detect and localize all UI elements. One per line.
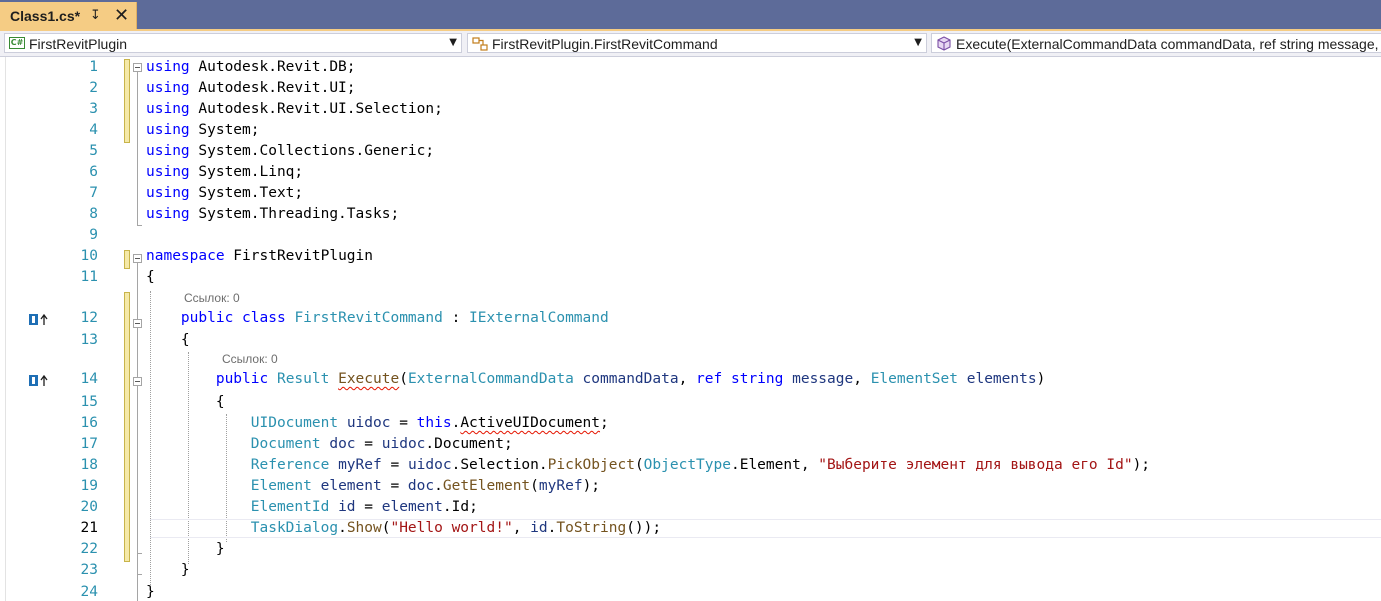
line-number: 17 <box>80 436 98 452</box>
code-text[interactable]: using System.Text; <box>146 184 303 203</box>
code-text[interactable]: { <box>146 393 225 412</box>
code-line: 14 public Result Execute(ExternalCommand… <box>0 369 1381 390</box>
line-number: 15 <box>80 394 98 410</box>
code-text[interactable]: UIDocument uidoc = this.ActiveUIDocument… <box>146 414 609 433</box>
line-number: 22 <box>80 541 98 557</box>
line-number: 20 <box>80 499 98 515</box>
line-number: 8 <box>89 206 98 222</box>
code-text[interactable]: } <box>146 540 225 559</box>
code-line: 23 } <box>0 560 1381 581</box>
line-number: 1 <box>89 59 98 75</box>
code-text[interactable]: using System.Collections.Generic; <box>146 142 434 161</box>
type-dropdown[interactable]: FirstRevitPlugin.FirstRevitCommand ▼ <box>467 33 927 53</box>
line-number: 9 <box>89 227 98 243</box>
code-line: 24} <box>0 582 1381 601</box>
line-number: 2 <box>89 80 98 96</box>
tab-title: Class1.cs* <box>10 8 81 24</box>
code-text[interactable]: Document doc = uidoc.Document; <box>146 435 513 454</box>
code-text[interactable]: public Result Execute(ExternalCommandDat… <box>146 370 1045 389</box>
code-line: 6 using System.Linq; <box>0 162 1381 183</box>
code-line: 19 Element element = doc.GetElement(myRe… <box>0 476 1381 497</box>
tab-class1-cs[interactable]: Class1.cs* ↧ ✕ <box>0 2 137 31</box>
class-icon <box>472 37 488 51</box>
code-line: 22 } <box>0 539 1381 560</box>
code-line: 11 { <box>0 267 1381 288</box>
code-text[interactable]: } <box>146 583 155 601</box>
code-line: 1 using Autodesk.Revit.DB; <box>0 57 1381 78</box>
code-text[interactable]: } <box>146 561 190 580</box>
type-dropdown-value: FirstRevitPlugin.FirstRevitCommand <box>492 36 718 52</box>
code-line: 10 namespace FirstRevitPlugin <box>0 246 1381 267</box>
document-tab-strip: Class1.cs* ↧ ✕ <box>0 0 1381 31</box>
line-number: 16 <box>80 415 98 431</box>
line-number: 4 <box>89 122 98 138</box>
code-editor[interactable]: 1 using Autodesk.Revit.DB; 2 using Autodes… <box>0 57 1381 601</box>
line-number: 3 <box>89 101 98 117</box>
line-number: 7 <box>89 185 98 201</box>
line-number: 14 <box>80 371 98 387</box>
code-line: 5 using System.Collections.Generic; <box>0 141 1381 162</box>
code-line: 17 Document doc = uidoc.Document; <box>0 434 1381 455</box>
code-line: 16 UIDocument uidoc = this.ActiveUIDocum… <box>0 413 1381 434</box>
chevron-down-icon[interactable]: ▼ <box>914 37 922 48</box>
code-line: 18 Reference myRef = uidoc.Selection.Pic… <box>0 455 1381 476</box>
code-text[interactable]: using Autodesk.Revit.UI.Selection; <box>146 100 443 119</box>
code-text[interactable]: Element element = doc.GetElement(myRef); <box>146 477 600 496</box>
code-text[interactable]: using System.Linq; <box>146 163 303 182</box>
line-number: 11 <box>80 269 98 285</box>
line-number: 13 <box>80 332 98 348</box>
code-text[interactable]: TaskDialog.Show("Hello world!", id.ToStr… <box>146 519 661 538</box>
project-dropdown[interactable]: C# FirstRevitPlugin ▼ <box>4 33 462 53</box>
line-number: 10 <box>80 248 98 264</box>
line-number: 6 <box>89 164 98 180</box>
navigation-bar: C# FirstRevitPlugin ▼ FirstRevitPlugin.F… <box>0 31 1381 57</box>
code-text[interactable]: { <box>146 331 190 350</box>
line-number: 12 <box>80 310 98 326</box>
code-line: 9 <box>0 225 1381 246</box>
line-number: 23 <box>80 562 98 578</box>
line-number: 5 <box>89 143 98 159</box>
code-line: 12 public class FirstRevitCommand : IExt… <box>0 308 1381 329</box>
code-line: 20 ElementId id = element.Id; <box>0 497 1381 518</box>
code-text[interactable]: using System; <box>146 121 260 140</box>
code-line: 8 using System.Threading.Tasks; <box>0 204 1381 225</box>
chevron-down-icon[interactable]: ▼ <box>449 37 457 48</box>
code-text[interactable]: ElementId id = element.Id; <box>146 498 478 517</box>
line-number: 18 <box>80 457 98 473</box>
method-icon <box>937 36 951 51</box>
code-line-current: 21 TaskDialog.Show("Hello world!", id.To… <box>0 518 1381 539</box>
codelens-references[interactable]: Ссылок: 0 <box>222 352 278 366</box>
code-text[interactable]: namespace FirstRevitPlugin <box>146 247 373 266</box>
project-dropdown-value: FirstRevitPlugin <box>29 36 128 52</box>
code-line: 7 using System.Text; <box>0 183 1381 204</box>
code-text[interactable]: Reference myRef = uidoc.Selection.PickOb… <box>146 456 1150 475</box>
code-line: 15 { <box>0 392 1381 413</box>
line-number: 21 <box>80 520 98 536</box>
member-dropdown-value: Execute(ExternalCommandData commandData,… <box>956 36 1381 52</box>
codelens-references[interactable]: Ссылок: 0 <box>184 291 240 305</box>
code-text[interactable]: using Autodesk.Revit.DB; <box>146 58 356 77</box>
pin-tab-icon[interactable]: ↧ <box>90 8 101 23</box>
code-line: 2 using Autodesk.Revit.UI; <box>0 78 1381 99</box>
line-number: 19 <box>80 478 98 494</box>
code-line: 4 using System; <box>0 120 1381 141</box>
code-text[interactable]: { <box>146 268 155 287</box>
close-tab-icon[interactable]: ✕ <box>114 5 129 26</box>
code-line: 13 { <box>0 330 1381 351</box>
code-text[interactable]: using Autodesk.Revit.UI; <box>146 79 356 98</box>
code-text[interactable]: using System.Threading.Tasks; <box>146 205 399 224</box>
member-dropdown[interactable]: Execute(ExternalCommandData commandData,… <box>931 33 1381 53</box>
line-number: 24 <box>80 584 98 600</box>
code-line: 3 using Autodesk.Revit.UI.Selection; <box>0 99 1381 120</box>
code-text[interactable]: public class FirstRevitCommand : IExtern… <box>146 309 609 328</box>
csharp-project-icon: C# <box>9 37 25 49</box>
